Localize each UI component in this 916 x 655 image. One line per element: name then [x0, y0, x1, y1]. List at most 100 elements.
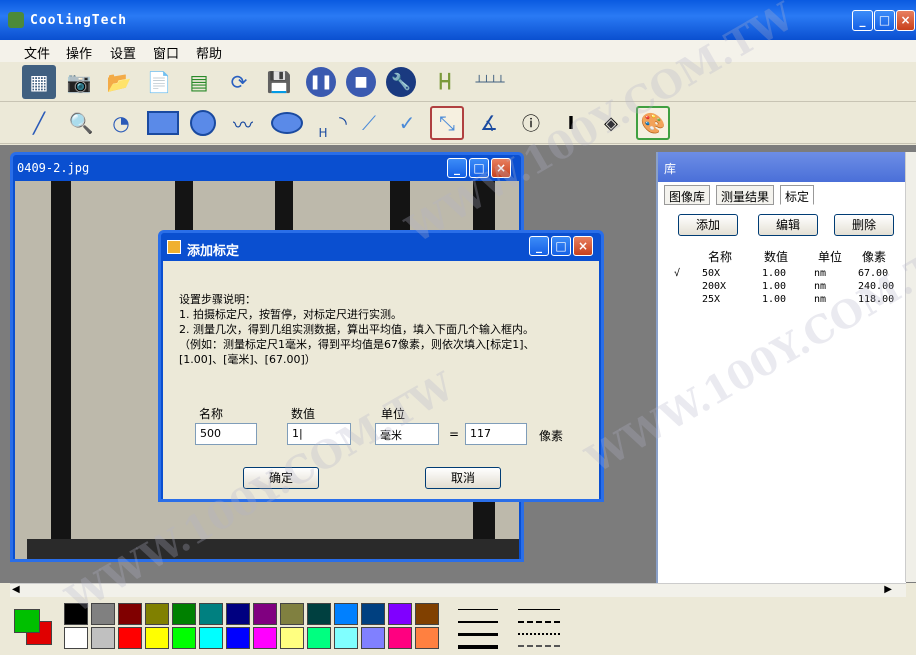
library-panel: 库 图像库 测量结果 标定 添加 编辑 删除 名称 数值 单位 像素 √ 50X…: [656, 152, 908, 584]
scroll-left-icon[interactable]: ◀: [12, 584, 20, 595]
vertical-scrollbar[interactable]: [905, 152, 916, 582]
color-swatch[interactable]: [145, 603, 169, 625]
row-check: √: [674, 268, 681, 279]
color-swatch[interactable]: [199, 627, 223, 649]
document-icon[interactable]: 📄: [142, 65, 176, 99]
wrench-icon[interactable]: 🔧: [386, 67, 416, 97]
line-icon[interactable]: ╱: [22, 106, 56, 140]
add-button[interactable]: 添加: [678, 214, 738, 236]
color-swatch[interactable]: [64, 603, 88, 625]
color-swatch[interactable]: [307, 603, 331, 625]
maximize-button[interactable]: □: [874, 10, 895, 31]
current-fg-color[interactable]: [14, 609, 40, 633]
camera-icon[interactable]: 📷: [62, 65, 96, 99]
color-swatch[interactable]: [388, 627, 412, 649]
value-field[interactable]: 1|: [287, 423, 351, 445]
tab-image-library[interactable]: 图像库: [664, 185, 711, 205]
color-swatch[interactable]: [253, 603, 277, 625]
row-name[interactable]: 25X: [702, 294, 720, 305]
circle-icon[interactable]: [190, 110, 216, 136]
i-beam-icon[interactable]: Ⅰ: [554, 106, 588, 140]
color-swatch[interactable]: [415, 627, 439, 649]
pause-icon[interactable]: ❚❚: [306, 67, 336, 97]
color-swatch[interactable]: [334, 603, 358, 625]
color-swatch[interactable]: [118, 603, 142, 625]
color-swatch[interactable]: [415, 603, 439, 625]
ruler-vertical-icon[interactable]: ┣┫: [428, 65, 462, 99]
pointer-icon[interactable]: ◔: [104, 106, 138, 140]
color-swatch[interactable]: [64, 627, 88, 649]
save-icon[interactable]: 💾: [262, 65, 296, 99]
color-swatch[interactable]: [307, 627, 331, 649]
image-close-button[interactable]: ×: [491, 158, 511, 178]
color-swatch[interactable]: [226, 627, 250, 649]
rotate-icon[interactable]: ⟳: [222, 65, 256, 99]
color-swatch[interactable]: [91, 603, 115, 625]
unit-field[interactable]: 毫米: [375, 423, 439, 445]
diamond-i-icon[interactable]: ◈: [594, 106, 628, 140]
color-swatch[interactable]: [118, 627, 142, 649]
menu-help[interactable]: 帮助: [196, 43, 222, 62]
pixels-field[interactable]: 117: [465, 423, 527, 445]
dialog-close-button[interactable]: ×: [573, 236, 593, 256]
dialog-maximize-button[interactable]: □: [551, 236, 571, 256]
color-swatch[interactable]: [91, 627, 115, 649]
ellipse-icon[interactable]: [271, 112, 303, 134]
tab-calibration[interactable]: 标定: [780, 185, 815, 205]
open-folder-icon[interactable]: 📂: [102, 65, 136, 99]
color-swatch[interactable]: [226, 603, 250, 625]
dialog-minimize-button[interactable]: _: [529, 236, 549, 256]
color-swatch[interactable]: [361, 603, 385, 625]
color-swatch[interactable]: [199, 603, 223, 625]
menu-settings[interactable]: 设置: [110, 43, 136, 62]
color-swatch[interactable]: [172, 627, 196, 649]
name-field[interactable]: 500: [195, 423, 257, 445]
horizontal-scrollbar[interactable]: ◀ ▶: [10, 583, 906, 597]
edit-button[interactable]: 编辑: [758, 214, 818, 236]
color-swatch[interactable]: [334, 627, 358, 649]
add-calibration-dialog[interactable]: 添加标定 _ □ × 设置步骤说明： 1. 拍摄标定尺，按暂停，对标定尺进行实测…: [158, 230, 604, 502]
tab-measurement-results[interactable]: 测量结果: [716, 185, 775, 205]
minimize-button[interactable]: _: [852, 10, 873, 31]
color-swatch[interactable]: [361, 627, 385, 649]
color-swatch[interactable]: [388, 603, 412, 625]
color-swatch[interactable]: [253, 627, 277, 649]
ruler-horizontal-icon[interactable]: ┴┴┴┴: [470, 65, 510, 99]
rectangle-icon[interactable]: [147, 111, 179, 135]
circle-i-icon[interactable]: ⓘ: [514, 106, 548, 140]
cancel-button[interactable]: 取消: [425, 467, 501, 489]
spreadsheet-icon[interactable]: ▤: [182, 65, 216, 99]
app-title-bar[interactable]: CoolingTech _ □ ×: [0, 0, 916, 40]
column-header-pixels[interactable]: 像素: [862, 248, 886, 265]
row-name[interactable]: 200X: [702, 281, 726, 292]
column-header-unit[interactable]: 单位: [818, 248, 842, 265]
line-style-selector[interactable]: [516, 605, 562, 651]
palette-icon[interactable]: 🎨: [636, 106, 670, 140]
column-header-name[interactable]: 名称: [708, 248, 732, 265]
unit-label: 单位: [381, 407, 406, 421]
angle-icon[interactable]: ⟋: [352, 106, 386, 140]
color-swatch[interactable]: [280, 603, 304, 625]
line-width-selector[interactable]: [456, 605, 500, 651]
film-icon[interactable]: ▦: [22, 65, 56, 99]
menu-window[interactable]: 窗口: [153, 43, 179, 62]
color-swatch[interactable]: [280, 627, 304, 649]
ok-button[interactable]: 确定: [243, 467, 319, 489]
scroll-right-icon[interactable]: ▶: [884, 584, 892, 595]
delete-button[interactable]: 删除: [834, 214, 894, 236]
diagonal-icon[interactable]: ⤡: [430, 106, 464, 140]
color-swatch[interactable]: [145, 627, 169, 649]
stop-icon[interactable]: ■: [346, 67, 376, 97]
polyline-icon[interactable]: 〰: [226, 106, 260, 140]
magnifier-icon[interactable]: 🔍: [64, 106, 98, 140]
check-angle-icon[interactable]: ✓: [390, 106, 424, 140]
menu-operate[interactable]: 操作: [66, 43, 92, 62]
menu-file[interactable]: 文件: [24, 43, 50, 62]
column-header-value[interactable]: 数值: [764, 248, 788, 265]
image-maximize-button[interactable]: □: [469, 158, 489, 178]
image-minimize-button[interactable]: _: [447, 158, 467, 178]
angle-measure-icon[interactable]: ∡: [472, 106, 506, 140]
color-swatch[interactable]: [172, 603, 196, 625]
row-name[interactable]: 50X: [702, 268, 720, 279]
close-button[interactable]: ×: [896, 10, 915, 31]
